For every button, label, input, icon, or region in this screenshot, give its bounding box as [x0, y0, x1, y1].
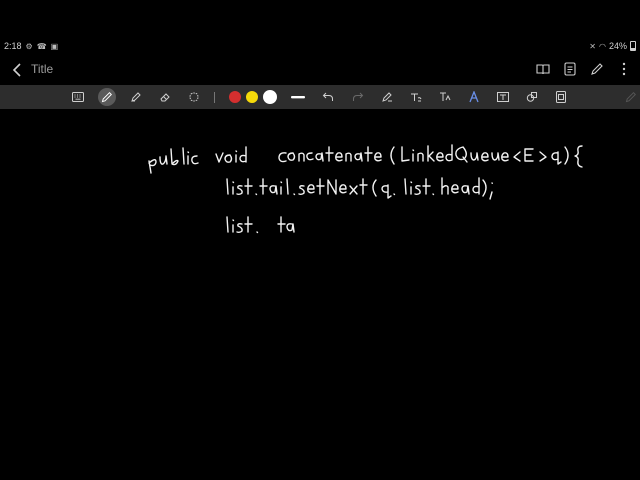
- highlighter-icon: [131, 92, 141, 102]
- mute-icon: ✕: [589, 41, 596, 51]
- app-bar: Title: [0, 56, 640, 84]
- text-convert-button[interactable]: [407, 88, 425, 106]
- keyboard-button[interactable]: [69, 88, 87, 106]
- back-button[interactable]: [8, 61, 26, 79]
- text-convert-icon: [411, 93, 422, 102]
- text-box-button[interactable]: [436, 88, 454, 106]
- redo-icon: [353, 92, 364, 101]
- app-actions: [535, 61, 632, 77]
- lasso-button[interactable]: [185, 88, 203, 106]
- undo-icon: [322, 92, 333, 101]
- insert-text-button[interactable]: [494, 88, 512, 106]
- color-yellow-swatch[interactable]: [246, 91, 258, 103]
- status-bar: 2:18 ⚙ ☎ ▣ ✕ ◠ 24%: [0, 38, 640, 56]
- more-options-button[interactable]: [616, 61, 632, 77]
- reading-mode-button[interactable]: [535, 61, 551, 77]
- color-white-swatch[interactable]: [263, 90, 277, 104]
- note-canvas[interactable]: public void concatenate (LinkedQueue <E>…: [0, 109, 640, 480]
- fill-icon: [469, 91, 479, 103]
- handwriting-line-3: [226, 216, 295, 234]
- redo-button[interactable]: [349, 88, 367, 106]
- status-time: 2:18: [4, 41, 22, 51]
- highlighter-button[interactable]: [127, 88, 145, 106]
- insert-text-icon: [497, 92, 509, 102]
- notification-icon: ⚙: [25, 41, 33, 51]
- stroke-width-icon: [291, 96, 305, 99]
- more-icon: [622, 62, 626, 76]
- wifi-icon: ◠: [599, 41, 606, 51]
- shape-pen-button[interactable]: [378, 88, 396, 106]
- chevron-left-icon: [12, 63, 21, 77]
- toolbar-divider: [214, 92, 215, 103]
- text-box-icon: [440, 92, 451, 101]
- insert-image-button[interactable]: [552, 88, 570, 106]
- keyboard-icon: [72, 92, 84, 102]
- handwriting-line-2: [226, 177, 493, 200]
- drawing-toolbar: [0, 85, 640, 109]
- gallery-icon: ▣: [50, 41, 59, 51]
- handwriting-strokes: [148, 144, 583, 234]
- pencil-button[interactable]: [622, 88, 640, 106]
- handwriting-line-1: [148, 144, 583, 174]
- pen-icon: [591, 63, 603, 75]
- shapes-icon: [526, 92, 537, 102]
- color-red-swatch[interactable]: [229, 91, 241, 103]
- status-right: ✕ ◠ 24%: [589, 41, 636, 51]
- eraser-button[interactable]: [156, 88, 174, 106]
- stroke-width-button[interactable]: [289, 88, 307, 106]
- list-icon: [564, 62, 576, 76]
- note-title[interactable]: Title: [31, 62, 53, 76]
- edit-mode-button[interactable]: [589, 61, 605, 77]
- status-left: 2:18 ⚙ ☎ ▣: [4, 41, 58, 51]
- page-list-button[interactable]: [562, 61, 578, 77]
- shapes-button[interactable]: [523, 88, 541, 106]
- battery-percent: 24%: [608, 41, 627, 51]
- lasso-icon: [189, 92, 199, 102]
- battery-icon: [630, 41, 636, 51]
- eraser-icon: [160, 93, 170, 102]
- image-icon: [556, 91, 566, 103]
- pen-tool-button[interactable]: [98, 88, 116, 106]
- pen-icon: [101, 91, 113, 103]
- book-icon: [536, 64, 550, 75]
- fill-button[interactable]: [465, 88, 483, 106]
- undo-button[interactable]: [319, 88, 337, 106]
- wifi-call-icon: ☎: [36, 41, 47, 51]
- pencil-icon: [625, 91, 637, 103]
- shape-pen-icon: [382, 92, 392, 102]
